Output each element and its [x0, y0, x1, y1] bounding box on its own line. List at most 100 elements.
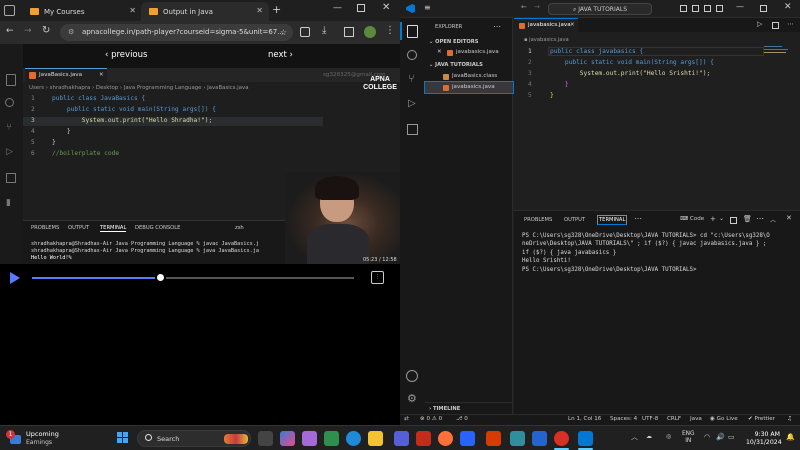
prettier-status[interactable]: ✔ Prettier [748, 416, 775, 422]
bookmark-star-icon[interactable]: ☆ [280, 24, 287, 41]
vscode-taskbar-icon[interactable] [578, 431, 593, 446]
eol-status[interactable]: CRLF [667, 416, 681, 422]
progress-handle[interactable] [155, 272, 167, 283]
explorer-icon[interactable] [407, 25, 418, 38]
close-panel-icon[interactable]: ✕ [786, 214, 792, 222]
browser-tab-my-courses[interactable]: My Courses ✕ [22, 2, 142, 21]
edge-icon[interactable] [346, 431, 361, 446]
tray-app-icon[interactable]: ◎ [666, 433, 671, 440]
open-editors-header[interactable]: ⌄ OPEN EDITORS [429, 39, 479, 45]
ports-status[interactable]: ⎇ 0 [456, 416, 468, 422]
maximize-icon[interactable] [357, 4, 365, 12]
editor-more-icon[interactable]: ⋯ [787, 20, 794, 28]
kill-terminal-icon[interactable]: 🗑 [743, 215, 752, 223]
run-file-icon[interactable]: ▷ [757, 20, 762, 28]
app-icon[interactable] [394, 431, 409, 446]
progress-track[interactable] [32, 277, 354, 279]
reload-icon[interactable]: ↻ [42, 25, 50, 36]
toggle-secondary-sidebar-icon[interactable] [704, 5, 711, 12]
terminal-more-icon[interactable]: ⋯ [756, 214, 764, 223]
minimize-icon[interactable]: — [736, 2, 744, 11]
profile-avatar[interactable] [364, 26, 376, 38]
app-icon[interactable] [486, 431, 501, 446]
browser-tab-output-in-java[interactable]: Output in Java ✕ [141, 2, 269, 21]
new-tab-button[interactable]: + [272, 3, 281, 16]
close-tab-icon[interactable]: ✕ [570, 22, 575, 28]
encoding-status[interactable]: UTF-8 [642, 416, 658, 422]
play-icon[interactable] [9, 272, 21, 284]
app-icon[interactable] [510, 431, 525, 446]
go-live-button[interactable]: ◉ Go Live [710, 416, 738, 422]
app-icon[interactable] [302, 431, 317, 446]
battery-icon[interactable]: ▭ [728, 433, 735, 441]
open-editor-item[interactable]: ✕ javabasics.java [425, 47, 513, 58]
app-icon[interactable] [324, 431, 339, 446]
input-language[interactable]: ENG IN [682, 431, 695, 445]
minimap[interactable] [764, 44, 794, 88]
problems-status[interactable]: ⊗ 0 ⚠ 0 [420, 416, 442, 422]
toggle-panel-icon[interactable] [692, 5, 699, 12]
chrome-icon[interactable] [554, 431, 569, 446]
cursor-position[interactable]: Ln 1, Col 16 [568, 416, 601, 422]
more-actions-icon[interactable]: ⋯ [493, 22, 501, 31]
taskbar-search-box[interactable]: Search [137, 430, 251, 447]
run-debug-icon[interactable]: ▷ [408, 98, 416, 109]
command-center-search[interactable]: ⌕ JAVA TUTORIALS [548, 3, 652, 15]
remote-icon[interactable]: ⇄ [404, 416, 409, 422]
next-lesson-button[interactable]: next › [268, 50, 293, 60]
close-tab-icon[interactable]: ✕ [256, 6, 263, 15]
minimize-icon[interactable]: — [333, 3, 342, 13]
chrome-menu-icon[interactable]: ⋮ [385, 25, 395, 36]
tray-app-icon[interactable]: ☁ [646, 433, 652, 440]
split-editor-icon[interactable] [772, 22, 779, 29]
close-tab-icon[interactable]: ✕ [129, 6, 136, 15]
address-bar[interactable]: ⚙ apnacollege.in/path-player?courseid=si… [60, 24, 293, 41]
search-icon[interactable] [407, 50, 417, 60]
app-icon[interactable] [416, 431, 431, 446]
back-icon[interactable]: ← [6, 26, 14, 36]
file-item[interactable]: JavaBasics.class [425, 71, 513, 82]
panel-more-icon[interactable]: ⋯ [634, 214, 642, 223]
nav-forward-icon[interactable]: → [534, 3, 540, 11]
close-window-icon[interactable]: ✕ [382, 2, 390, 13]
panel-tab-output[interactable]: OUTPUT [564, 217, 585, 223]
tab-actions-icon[interactable] [4, 5, 15, 16]
firefox-icon[interactable] [438, 431, 453, 446]
menu-hamburger-icon[interactable]: ≡ [424, 3, 431, 12]
task-view-icon[interactable] [258, 431, 273, 446]
terminal-profile[interactable]: ⌨ Code [680, 216, 704, 222]
terminal-output[interactable]: PS C:\Users\sg328\OneDrive\Desktop\JAVA … [522, 232, 798, 274]
timeline-section[interactable]: › TIMELINE [425, 402, 513, 414]
extensions-icon[interactable] [300, 27, 310, 37]
nav-back-icon[interactable]: ← [521, 3, 527, 11]
show-hidden-icons-chevron-icon[interactable]: ︿ [631, 432, 638, 442]
close-editor-icon[interactable]: ✕ [437, 49, 442, 55]
maximize-icon[interactable] [760, 5, 767, 12]
notifications-bell-icon[interactable]: ♫ [787, 416, 792, 422]
todo-icon[interactable] [532, 431, 547, 446]
language-mode[interactable]: Java [690, 416, 702, 422]
split-view-icon[interactable] [344, 27, 354, 37]
source-control-icon[interactable]: ⑂ [408, 72, 415, 85]
toggle-sidebar-icon[interactable] [680, 5, 687, 12]
clock[interactable]: 9:30 AM 10/31/2024 [746, 431, 782, 447]
settings-sliders-icon[interactable]: ⫶ [371, 271, 384, 284]
forward-icon[interactable]: → [24, 26, 32, 36]
windows-start-icon[interactable] [117, 432, 129, 444]
editor-tab-active[interactable]: javabasics.java ✕ [514, 18, 578, 32]
volume-icon[interactable]: 🔊 [716, 433, 725, 441]
close-window-icon[interactable]: ✕ [784, 2, 792, 12]
code-area[interactable]: 1 2 3 4 5 public class javabasics { publ… [514, 47, 764, 117]
previous-lesson-button[interactable]: ‹ previous [105, 50, 147, 60]
accounts-icon[interactable] [406, 370, 418, 382]
extensions-icon[interactable] [407, 124, 418, 135]
split-terminal-icon[interactable] [730, 217, 737, 224]
terminal-dropdown-icon[interactable]: ⌄ [719, 215, 724, 222]
new-terminal-icon[interactable]: + [710, 215, 716, 223]
maximize-panel-icon[interactable]: ︿ [770, 215, 776, 224]
indentation-status[interactable]: Spaces: 4 [610, 416, 637, 422]
notification-center-icon[interactable]: 🔔 [786, 433, 795, 441]
folder-header[interactable]: ⌄ JAVA TUTORIALS [429, 62, 483, 68]
manage-gear-icon[interactable]: ⚙ [407, 392, 417, 405]
weather-widget[interactable]: 1 [6, 430, 22, 446]
